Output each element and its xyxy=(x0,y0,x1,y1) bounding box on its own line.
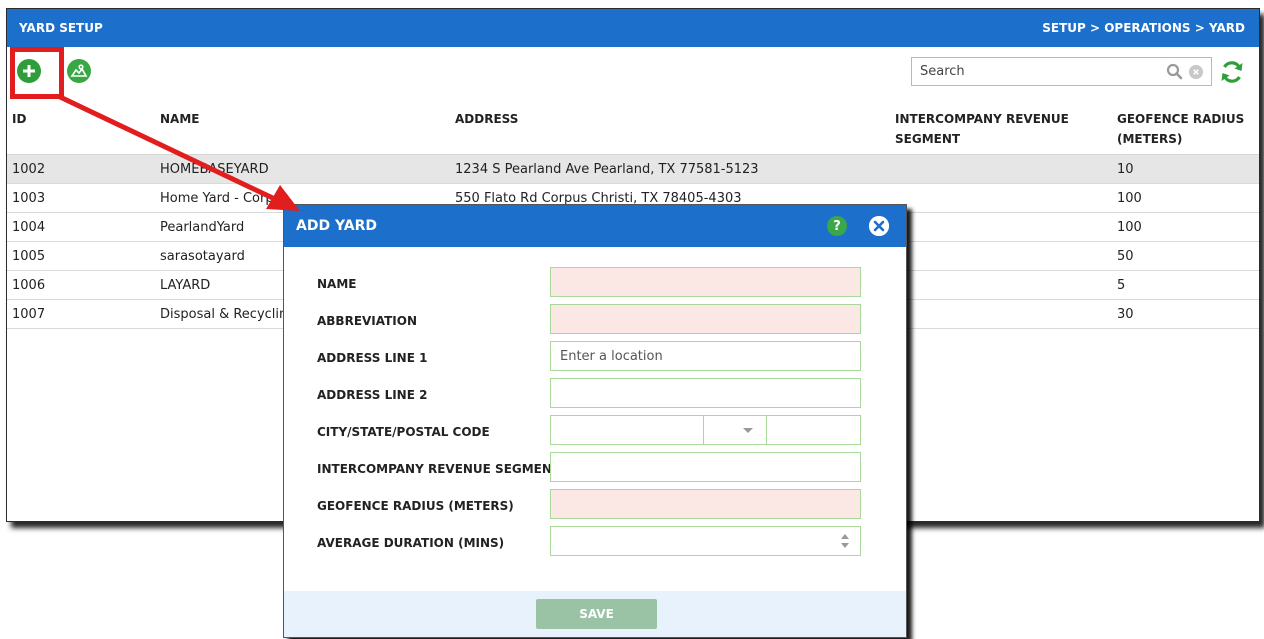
cell-name: sarasotayard xyxy=(160,248,245,264)
abbreviation-label: ABBREVIATION xyxy=(317,314,418,328)
col-geofence-line1: GEOFENCE RADIUS xyxy=(1117,112,1245,126)
cell-geofence: 5 xyxy=(1117,277,1126,293)
address1-label: ADDRESS LINE 1 xyxy=(317,351,428,365)
cell-geofence: 100 xyxy=(1117,219,1142,235)
search-placeholder: Search xyxy=(920,64,965,79)
cell-address: 1234 S Pearland Ave Pearland, TX 77581-5… xyxy=(455,161,759,177)
address1-field[interactable]: Enter a location xyxy=(550,341,861,371)
help-icon[interactable]: ? xyxy=(827,216,847,236)
col-geofence-line2: (METERS) xyxy=(1117,132,1183,146)
name-field[interactable] xyxy=(550,267,861,297)
search-input[interactable]: Search xyxy=(911,57,1212,86)
add-yard-dialog: ADD YARD ? NAME ABBREVIATION ADDRESS LIN… xyxy=(283,204,907,638)
dialog-footer: SAVE xyxy=(284,591,906,637)
segment-label: INTERCOMPANY REVENUE SEGMENT xyxy=(317,462,561,476)
address1-placeholder: Enter a location xyxy=(560,348,663,364)
dialog-titlebar: ADD YARD ? xyxy=(284,205,906,247)
name-label: NAME xyxy=(317,277,357,291)
cell-name: HOMEBASEYARD xyxy=(160,161,269,177)
col-segment[interactable]: INTERCOMPANY REVENUE SEGMENT xyxy=(895,109,1095,149)
add-yard-form: NAME ABBREVIATION ADDRESS LINE 1 Enter a… xyxy=(284,267,906,563)
address2-field[interactable] xyxy=(550,378,861,408)
city-field[interactable] xyxy=(550,415,704,445)
duration-stepper[interactable] xyxy=(550,526,861,556)
cell-id: 1007 xyxy=(12,306,46,322)
map-pin-icon xyxy=(70,64,88,77)
cell-id: 1004 xyxy=(12,219,46,235)
window-titlebar: YARD SETUP SETUP > OPERATIONS > YARD xyxy=(7,9,1259,47)
toolbar: Search xyxy=(7,47,1259,101)
search-icon[interactable] xyxy=(1166,63,1183,80)
col-name[interactable]: NAME xyxy=(160,109,199,129)
clear-search-icon[interactable] xyxy=(1189,64,1203,79)
city-state-postal-label: CITY/STATE/POSTAL CODE xyxy=(317,425,490,439)
close-icon[interactable] xyxy=(869,216,889,236)
window-title: YARD SETUP xyxy=(19,21,103,35)
cell-geofence: 30 xyxy=(1117,306,1134,322)
duration-label: AVERAGE DURATION (MINS) xyxy=(317,536,505,550)
geofence-field[interactable] xyxy=(550,489,861,519)
cell-id: 1005 xyxy=(12,248,46,264)
cell-geofence: 100 xyxy=(1117,190,1142,206)
cell-name: PearlandYard xyxy=(160,219,245,235)
cell-geofence: 10 xyxy=(1117,161,1134,177)
geofence-label: GEOFENCE RADIUS (METERS) xyxy=(317,499,514,513)
col-address[interactable]: ADDRESS xyxy=(455,109,518,129)
segment-field[interactable] xyxy=(550,452,861,482)
chevron-down-icon xyxy=(743,428,753,433)
cell-name: Home Yard - Corpus xyxy=(160,190,289,206)
abbreviation-field[interactable] xyxy=(550,304,861,334)
cell-geofence: 50 xyxy=(1117,248,1134,264)
refresh-icon[interactable] xyxy=(1219,59,1245,85)
save-button[interactable]: SAVE xyxy=(536,599,657,629)
cell-name: LAYARD xyxy=(160,277,211,293)
state-select[interactable] xyxy=(703,415,767,445)
cell-id: 1003 xyxy=(12,190,46,206)
table-row[interactable]: 1002 HOMEBASEYARD 1234 S Pearland Ave Pe… xyxy=(7,155,1259,184)
address2-label: ADDRESS LINE 2 xyxy=(317,388,428,402)
col-segment-line2: SEGMENT xyxy=(895,132,961,146)
cell-id: 1002 xyxy=(12,161,46,177)
postal-code-field[interactable] xyxy=(766,415,861,445)
callout-highlight-box xyxy=(10,47,64,99)
col-geofence[interactable]: GEOFENCE RADIUS (METERS) xyxy=(1117,109,1257,149)
dialog-title: ADD YARD xyxy=(296,218,377,234)
col-segment-line1: INTERCOMPANY REVENUE xyxy=(895,112,1069,126)
col-id[interactable]: ID xyxy=(12,109,26,129)
breadcrumb[interactable]: SETUP > OPERATIONS > YARD xyxy=(1042,21,1245,35)
map-view-button[interactable] xyxy=(67,59,91,83)
cell-id: 1006 xyxy=(12,277,46,293)
cell-name: Disposal & Recyclin xyxy=(160,306,288,322)
spinner-arrows-icon[interactable] xyxy=(840,533,850,549)
table-header: ID NAME ADDRESS INTERCOMPANY REVENUE SEG… xyxy=(7,101,1259,155)
